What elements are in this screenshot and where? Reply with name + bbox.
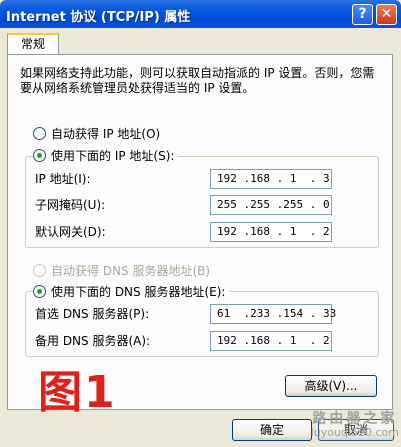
alternate-dns-label: 备用 DNS 服务器(A): [35,334,151,348]
manual-dns-radio[interactable] [33,284,46,298]
help-icon: ? [358,6,367,22]
tab-general[interactable]: 常规 [7,33,59,55]
ip-address-label: IP 地址(I): [35,172,91,186]
subnet-mask-input[interactable]: 255 .255 .255 . 0 [210,195,332,215]
advanced-button[interactable]: 高级(V)... [285,375,377,397]
manual-ip-option[interactable]: 使用下面的 IP 地址(S): [33,147,179,163]
auto-dns-label: 自动获得 DNS 服务器地址(B) [51,263,211,278]
preferred-dns-label: 首选 DNS 服务器(P): [35,307,150,321]
window-title: Internet 协议 (TCP/IP) 属性 [6,10,191,25]
description-text: 如果网络支持此功能，则可以获取自动指派的 IP 设置。否则，您需要从网络系统管理… [20,66,375,95]
manual-ip-label: 使用下面的 IP 地址(S): [51,148,175,163]
alternate-dns-input[interactable]: 192 .168 . 1 . 2 [210,331,332,351]
subnet-mask-label: 子网掩码(U): [35,198,106,212]
close-button[interactable]: ✕ [376,4,397,25]
preferred-dns-input[interactable]: 61 .233 .154 . 33 [210,304,336,324]
auto-ip-radio[interactable] [33,126,46,140]
watermark-line2: luyouqi520.com [310,426,399,439]
watermark-line1: 路由器之家 [312,411,398,427]
title-bar: Internet 协议 (TCP/IP) 属性 ? ✕ [0,0,401,28]
manual-dns-label: 使用下面的 DNS 服务器地址(E): [51,284,226,299]
auto-dns-radio [33,263,46,277]
watermark: 路由器之家 luyouqi520.com [311,412,399,440]
close-icon: ✕ [380,6,393,22]
manual-ip-radio[interactable] [33,148,46,162]
help-button[interactable]: ? [352,4,373,25]
auto-ip-option[interactable]: 自动获得 IP 地址(O) [33,125,160,141]
figure-annotation: 图1 [38,367,117,418]
ok-button[interactable]: 确定 [232,419,312,441]
ip-address-input[interactable]: 192 .168 . 1 . 3 [210,169,332,189]
default-gateway-input[interactable]: 192 .168 . 1 . 2 [210,222,332,242]
manual-dns-option[interactable]: 使用下面的 DNS 服务器地址(E): [33,283,230,299]
auto-dns-option: 自动获得 DNS 服务器地址(B) [33,262,210,278]
default-gateway-label: 默认网关(D): [35,225,106,239]
auto-ip-label: 自动获得 IP 地址(O) [51,126,161,141]
